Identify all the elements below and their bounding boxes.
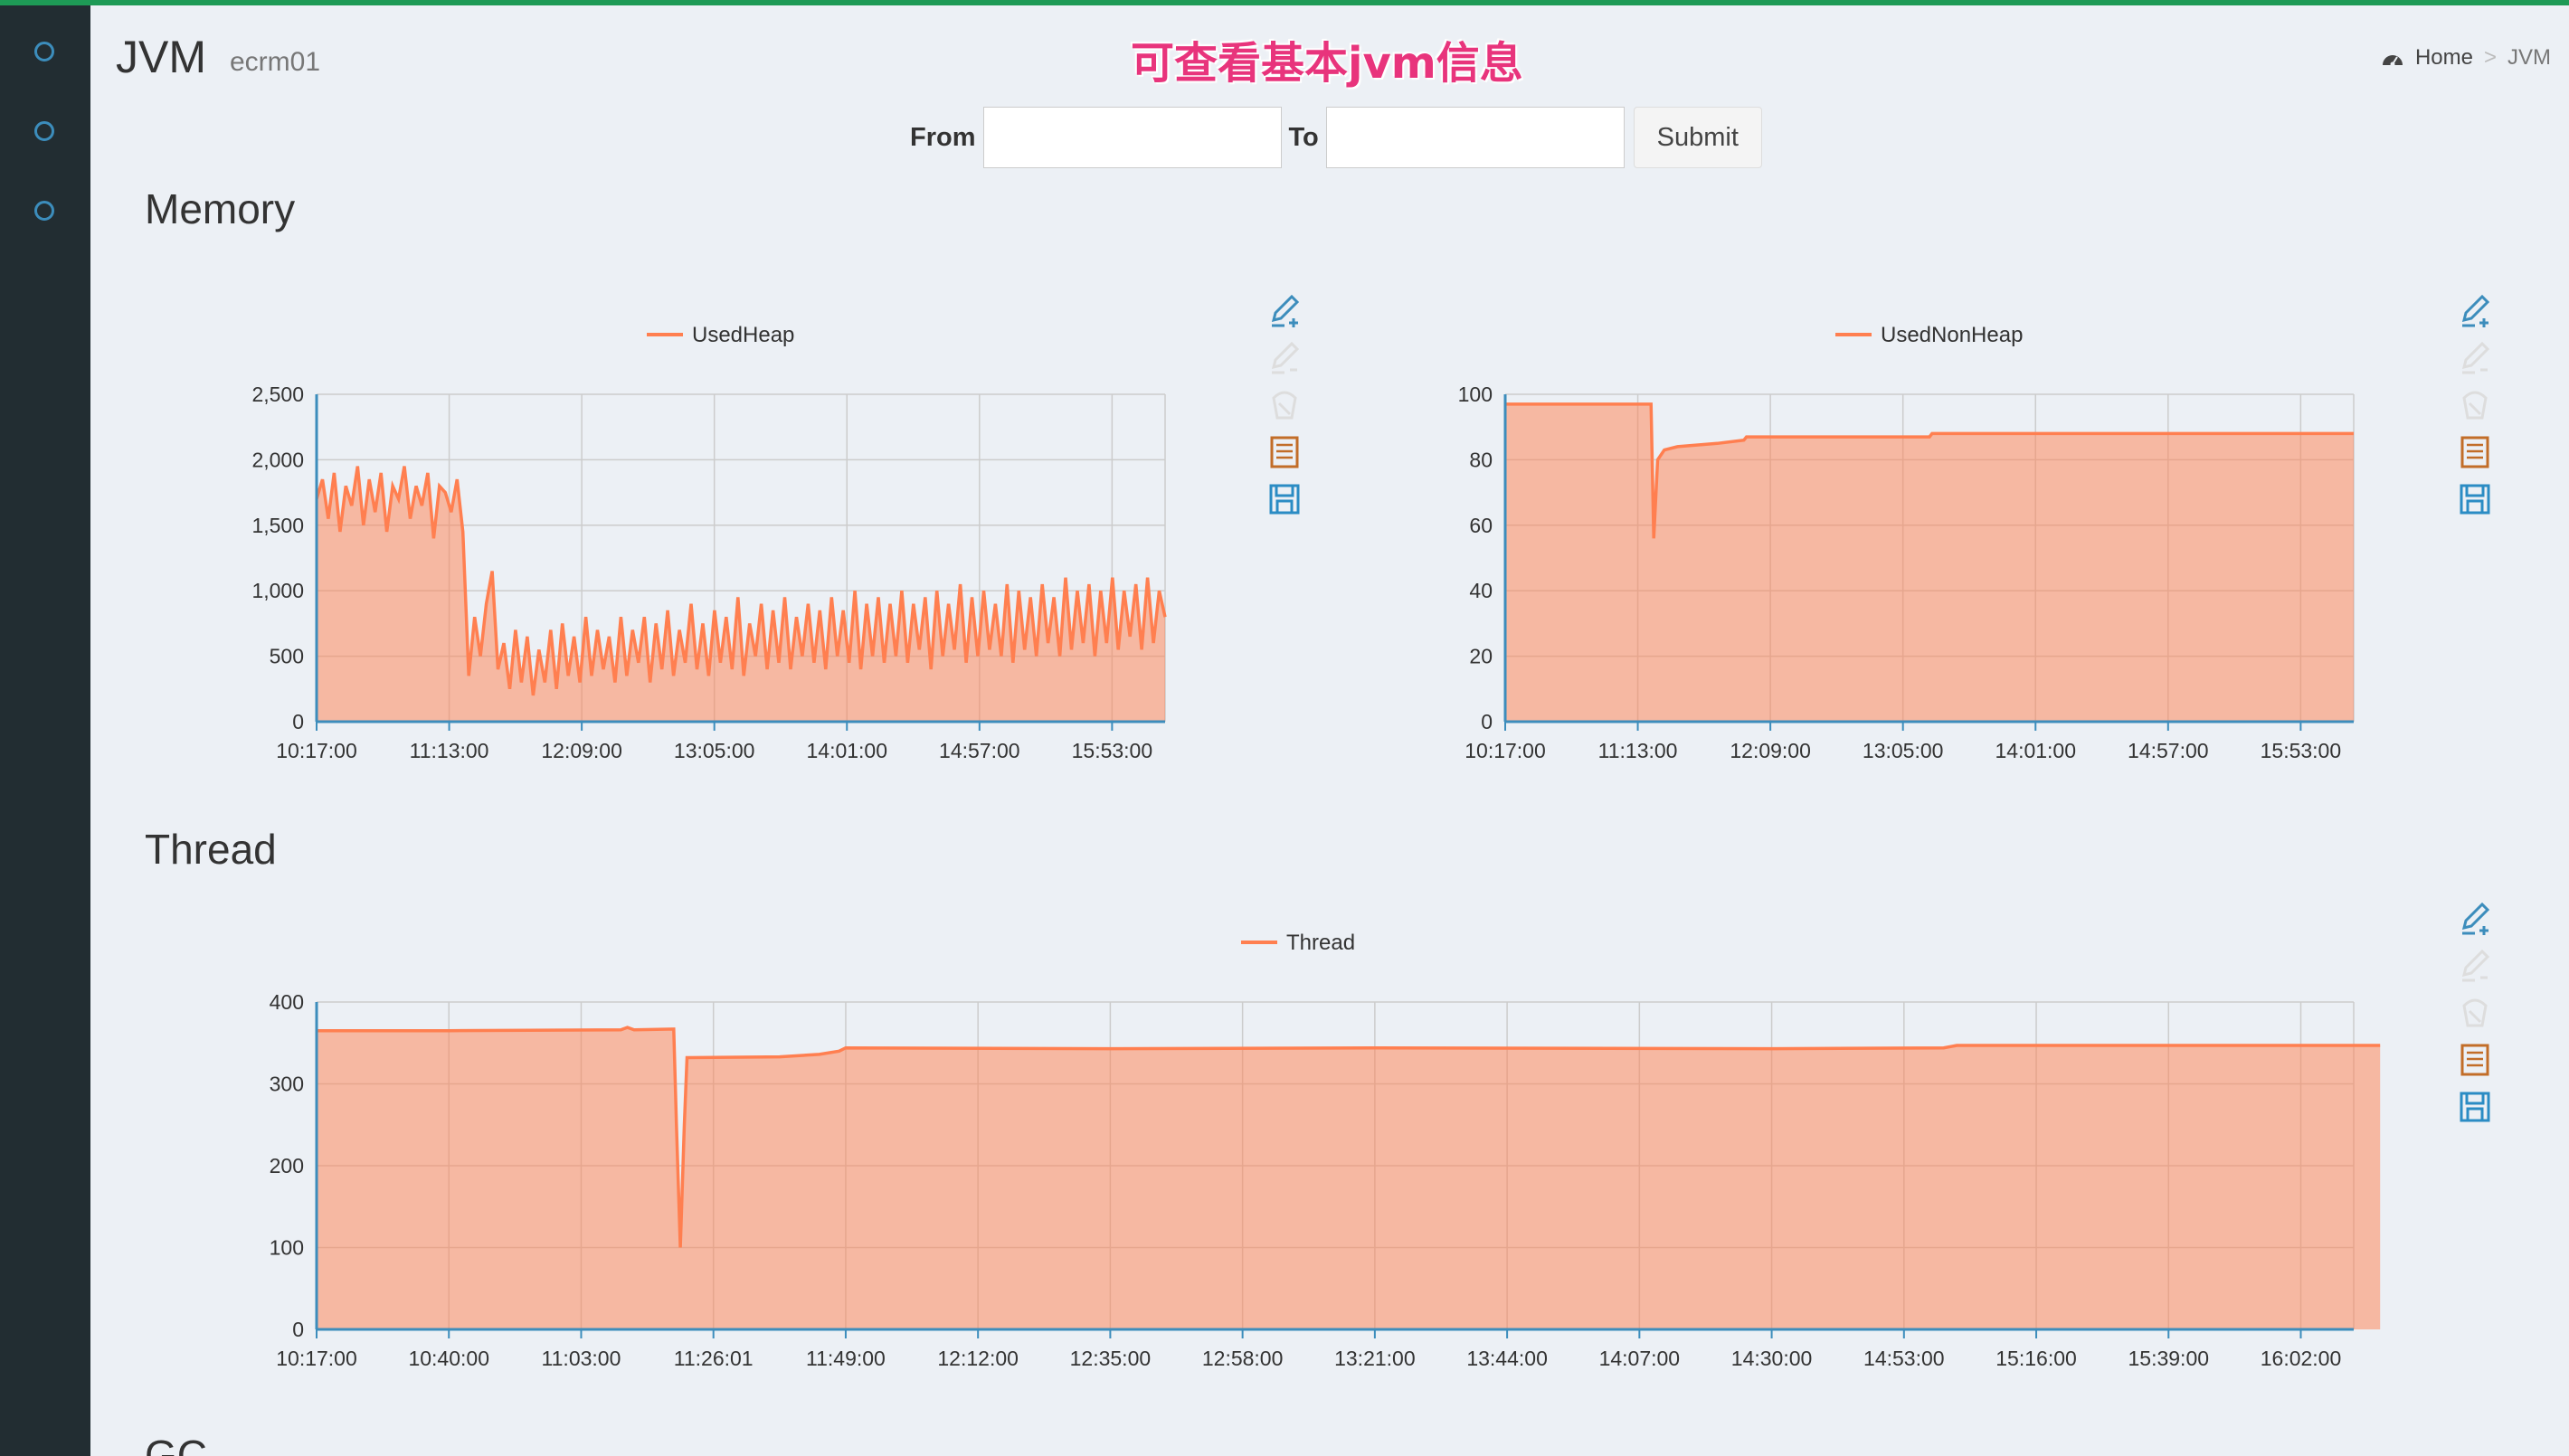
x-tick-label: 14:57:00 <box>939 739 1020 762</box>
y-tick-label: 60 <box>1469 514 1493 537</box>
save-image-icon[interactable] <box>1266 481 1303 517</box>
y-tick-label: 0 <box>292 1318 304 1341</box>
edit-disabled-icon <box>1266 340 1303 376</box>
y-tick-label: 100 <box>1458 383 1493 406</box>
x-tick-label: 15:53:00 <box>2261 739 2342 762</box>
used-heap-group: 0 500 1,000 1,500 2,000 2,500 10:17:00 11:13:00… <box>251 323 1167 762</box>
x-tick-label: 14:57:00 <box>2128 739 2209 762</box>
data-view-icon[interactable] <box>2457 1042 2493 1078</box>
clear-disabled-icon <box>1266 387 1303 423</box>
x-tick-label: 10:40:00 <box>408 1347 489 1370</box>
y-tick-label: 2,500 <box>251 383 304 406</box>
y-tick-label: 1,000 <box>251 579 304 602</box>
save-image-icon[interactable] <box>2457 1089 2493 1125</box>
line-edit-icon[interactable] <box>2457 293 2493 329</box>
x-tick-label: 14:30:00 <box>1731 1347 1813 1370</box>
x-tick-label: 12:35:00 <box>1070 1347 1152 1370</box>
Thread-area <box>317 1027 2381 1329</box>
y-tick-label: 0 <box>292 710 304 733</box>
edit-disabled-icon <box>2457 340 2493 376</box>
x-tick-label: 16:02:00 <box>2261 1347 2342 1370</box>
x-tick-label: 11:26:01 <box>674 1347 754 1370</box>
y-tick-label: 500 <box>270 645 304 668</box>
thread-group: 0 100 200 300 400 10:17:00 10:40:00 11:03:00 11:… <box>270 931 2381 1370</box>
x-tick-label: 14:53:00 <box>1863 1347 1945 1370</box>
toolbox-heap <box>1266 293 1303 528</box>
x-tick-label: 11:13:00 <box>1598 739 1678 762</box>
y-tick-label: 2,000 <box>251 448 304 471</box>
x-tick-label: 10:17:00 <box>1465 739 1546 762</box>
x-tick-label: 14:01:00 <box>806 739 887 762</box>
clear-disabled-icon <box>2457 387 2493 423</box>
x-tick-label: 13:05:00 <box>1863 739 1944 762</box>
UsedHeap-area <box>317 466 1165 722</box>
used-heap-chart: 0 500 1,000 1,500 2,000 2,500 10:17:00 11:13:00… <box>251 323 2381 1370</box>
legend-label: UsedHeap <box>692 323 794 347</box>
x-tick-label: 13:21:00 <box>1334 1347 1416 1370</box>
x-tick-label: 15:39:00 <box>2128 1347 2210 1370</box>
y-tick-label: 0 <box>1481 710 1493 733</box>
toolbox-non-heap <box>2457 293 2493 528</box>
line-edit-icon[interactable] <box>2457 901 2493 937</box>
save-image-icon[interactable] <box>2457 481 2493 517</box>
x-tick-label: 12:09:00 <box>541 739 622 762</box>
used-non-heap-group: 0 20 40 60 80 100 10:17:00 11:13:00 12:09:00 13:0… <box>1458 323 2355 762</box>
y-tick-label: 100 <box>270 1236 304 1260</box>
x-tick-label: 10:17:00 <box>276 1347 357 1370</box>
x-tick-label: 14:07:00 <box>1599 1347 1681 1370</box>
x-tick-label: 11:03:00 <box>542 1347 621 1370</box>
clear-disabled-icon <box>2457 995 2493 1031</box>
y-tick-label: 40 <box>1469 579 1493 602</box>
x-tick-label: 11:49:00 <box>806 1347 886 1370</box>
x-tick-label: 15:16:00 <box>1995 1347 2077 1370</box>
y-tick-label: 1,500 <box>251 514 304 537</box>
x-tick-label: 12:58:00 <box>1202 1347 1284 1370</box>
x-tick-label: 12:09:00 <box>1730 739 1811 762</box>
data-view-icon[interactable] <box>1266 434 1303 470</box>
y-tick-label: 300 <box>270 1073 304 1096</box>
x-tick-label: 13:05:00 <box>674 739 755 762</box>
legend-label: UsedNonHeap <box>1881 323 2023 347</box>
edit-disabled-icon <box>2457 948 2493 984</box>
x-tick-label: 13:44:00 <box>1466 1347 1548 1370</box>
y-tick-label: 80 <box>1469 448 1493 471</box>
x-tick-label: 15:53:00 <box>1072 739 1153 762</box>
UsedNonHeap-area <box>1505 403 2354 722</box>
x-tick-label: 10:17:00 <box>276 739 357 762</box>
line-edit-icon[interactable] <box>1266 293 1303 329</box>
y-tick-label: 200 <box>270 1154 304 1177</box>
toolbox-thread <box>2457 901 2493 1136</box>
data-view-icon[interactable] <box>2457 434 2493 470</box>
x-tick-label: 11:13:00 <box>410 739 489 762</box>
y-tick-label: 20 <box>1469 645 1493 668</box>
y-tick-label: 400 <box>270 990 304 1014</box>
x-tick-label: 12:12:00 <box>937 1347 1019 1370</box>
legend-label: Thread <box>1286 931 1355 955</box>
x-tick-label: 14:01:00 <box>1995 739 2076 762</box>
